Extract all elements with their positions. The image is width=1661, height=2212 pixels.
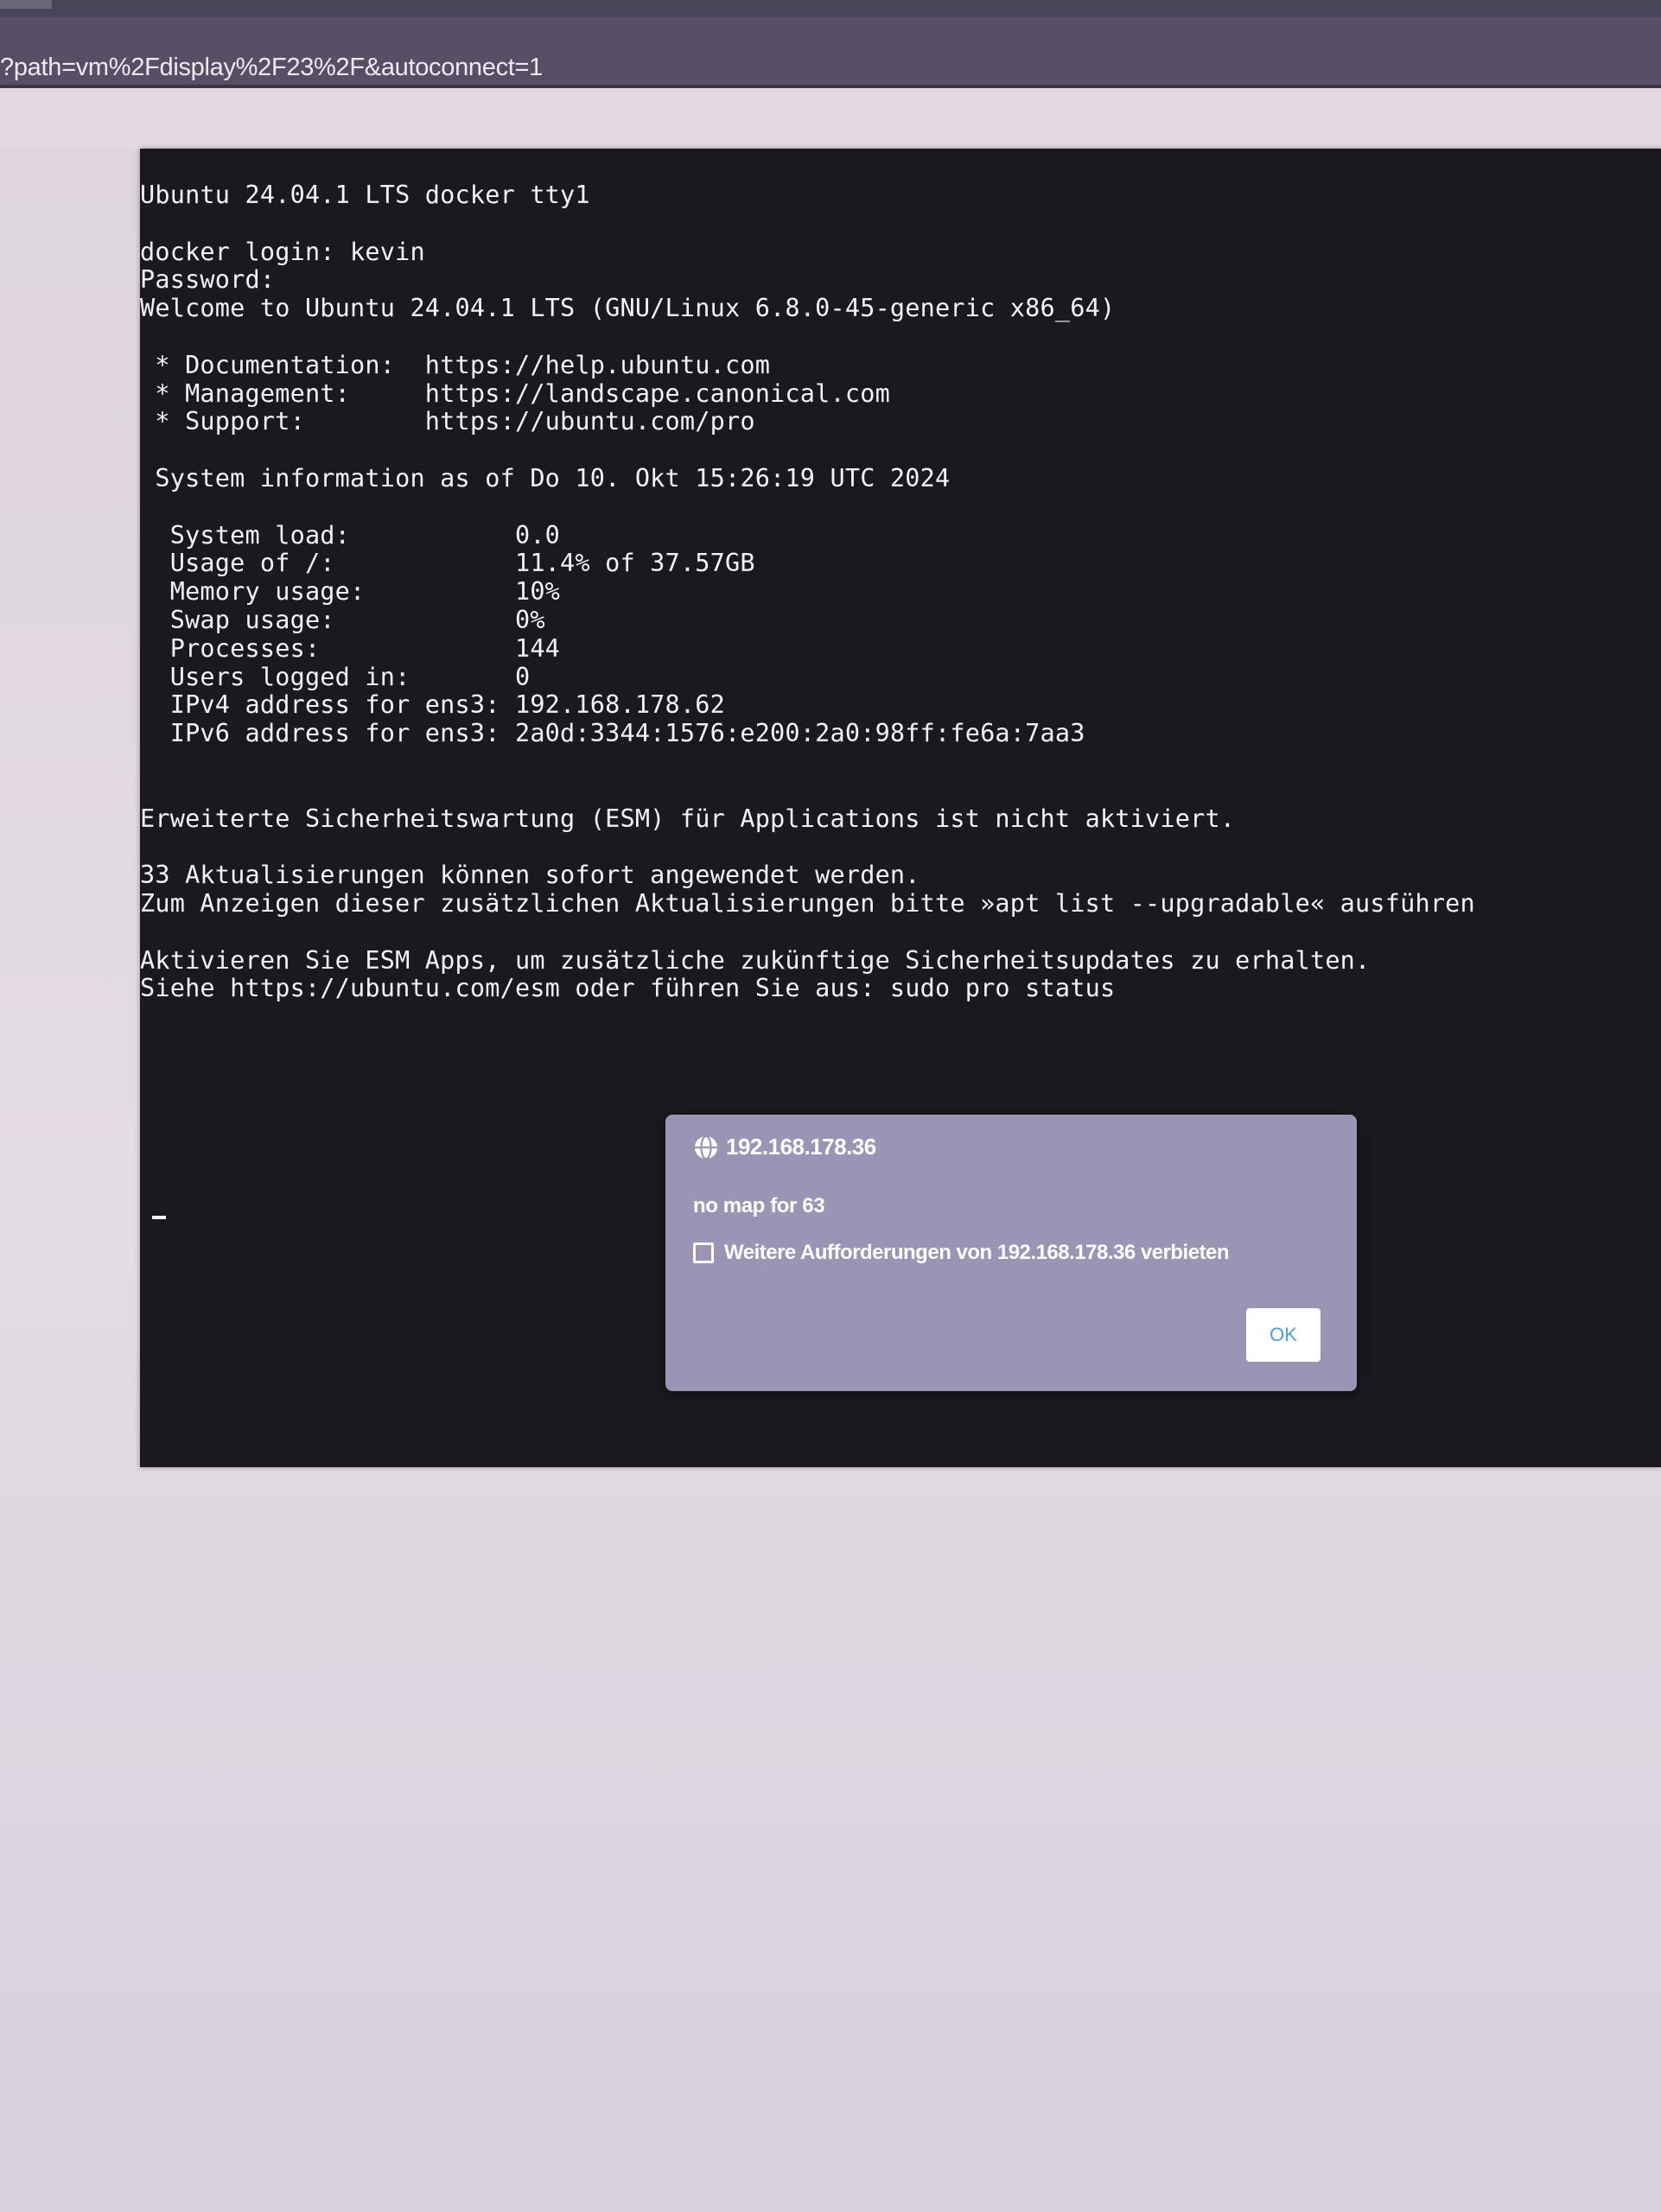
page-header-strip <box>0 88 1661 149</box>
terminal-line: * Support: https://ubuntu.com/pro <box>140 407 755 436</box>
terminal-line: Zum Anzeigen dieser zusätzlichen Aktuali… <box>140 888 1475 918</box>
suppress-prompts-label[interactable]: Weitere Aufforderungen von 192.168.178.3… <box>724 1241 1230 1265</box>
url-text[interactable]: ?path=vm%2Fdisplay%2F23%2F&autoconnect=1 <box>0 54 543 82</box>
terminal-line: Swap usage: 0% <box>140 605 545 634</box>
terminal-output: Ubuntu 24.04.1 LTS docker tty1 docker lo… <box>140 181 1644 1003</box>
terminal-line: Processes: 144 <box>140 633 561 663</box>
suppress-prompts-checkbox[interactable] <box>693 1243 714 1263</box>
terminal-line: Aktivieren Sie ESM Apps, um zusätzliche … <box>140 945 1371 975</box>
suppress-prompts-row[interactable]: Weitere Aufforderungen von 192.168.178.3… <box>693 1241 1230 1265</box>
ok-button[interactable]: OK <box>1246 1308 1321 1362</box>
terminal-line: Users logged in: 0 <box>140 662 531 691</box>
terminal-line: * Management: https://landscape.canonica… <box>140 378 890 408</box>
browser-tab[interactable] <box>0 0 52 9</box>
terminal-line: System information as of Do 10. Okt 15:2… <box>140 463 951 493</box>
alert-dialog: 192.168.178.36 no map for 63 Weitere Auf… <box>665 1115 1357 1391</box>
terminal-line: docker login: kevin <box>140 237 425 266</box>
terminal-line: IPv6 address for ens3: 2a0d:3344:1576:e2… <box>140 719 1085 748</box>
address-bar[interactable]: ?path=vm%2Fdisplay%2F23%2F&autoconnect=1 <box>0 17 1661 88</box>
terminal-line: Memory usage: 10% <box>140 577 561 607</box>
terminal-cursor <box>152 1216 166 1219</box>
terminal-line: Erweiterte Sicherheitswartung (ESM) für … <box>140 804 1236 833</box>
terminal-line: 33 Aktualisierungen können sofort angewe… <box>140 861 920 890</box>
terminal-line: Ubuntu 24.04.1 LTS docker tty1 <box>140 181 590 209</box>
globe-icon <box>695 1135 717 1160</box>
terminal-line: Password: <box>140 265 276 295</box>
terminal-line: IPv4 address for ens3: 192.168.178.62 <box>140 690 725 720</box>
terminal-line: Welcome to Ubuntu 24.04.1 LTS (GNU/Linux… <box>140 294 1116 323</box>
dialog-message: no map for 63 <box>693 1194 825 1217</box>
terminal-line: System load: 0.0 <box>140 520 561 550</box>
terminal-line: * Documentation: https://help.ubuntu.com <box>140 350 771 379</box>
terminal-line: Siehe https://ubuntu.com/esm oder führen… <box>140 974 1116 1003</box>
dialog-title: 192.168.178.36 <box>726 1134 876 1160</box>
browser-tab-bar <box>0 0 1661 17</box>
terminal-line: Usage of /: 11.4% of 37.57GB <box>140 549 755 578</box>
dialog-header: 192.168.178.36 <box>693 1134 876 1160</box>
